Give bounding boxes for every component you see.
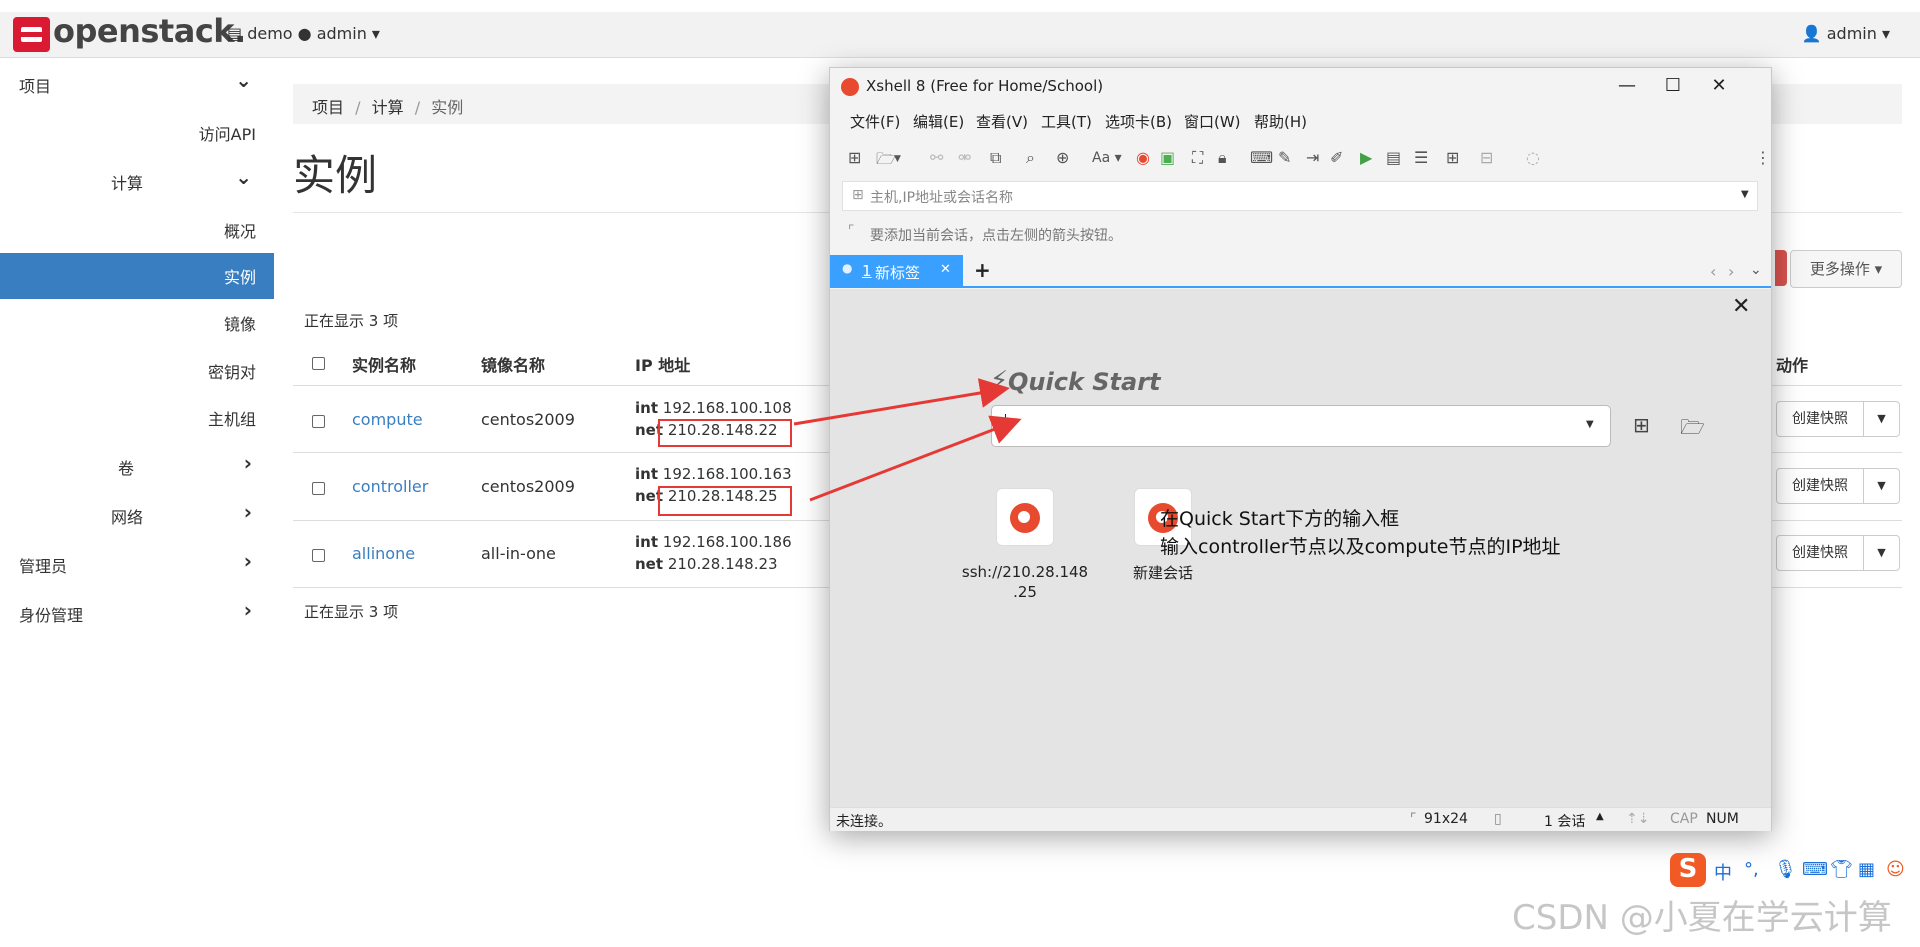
microphone-icon[interactable]: 🎙︎ xyxy=(1774,859,1797,880)
punctuation-icon[interactable]: °, xyxy=(1744,859,1759,880)
skin-icon[interactable]: 👕︎ xyxy=(1830,859,1853,880)
keyboard-icon[interactable]: ⌨ xyxy=(1802,859,1828,880)
toolbox-icon[interactable]: ▦ xyxy=(1858,859,1875,880)
ime-toolbar[interactable]: S 中 °, 🎙︎ ⌨ 👕︎ ▦ ☺ xyxy=(1670,853,1920,887)
ime-lang-toggle[interactable]: 中 xyxy=(1714,859,1732,885)
mascot-icon[interactable]: ☺ xyxy=(1886,859,1905,880)
watermark: CSDN @小夏在学云计算 xyxy=(1512,898,1892,938)
arrow-to-quick-start xyxy=(793,378,1010,426)
arrow-to-input xyxy=(809,415,1022,502)
annotation-arrows xyxy=(793,378,1022,502)
sogou-logo-icon[interactable]: S xyxy=(1670,853,1706,887)
